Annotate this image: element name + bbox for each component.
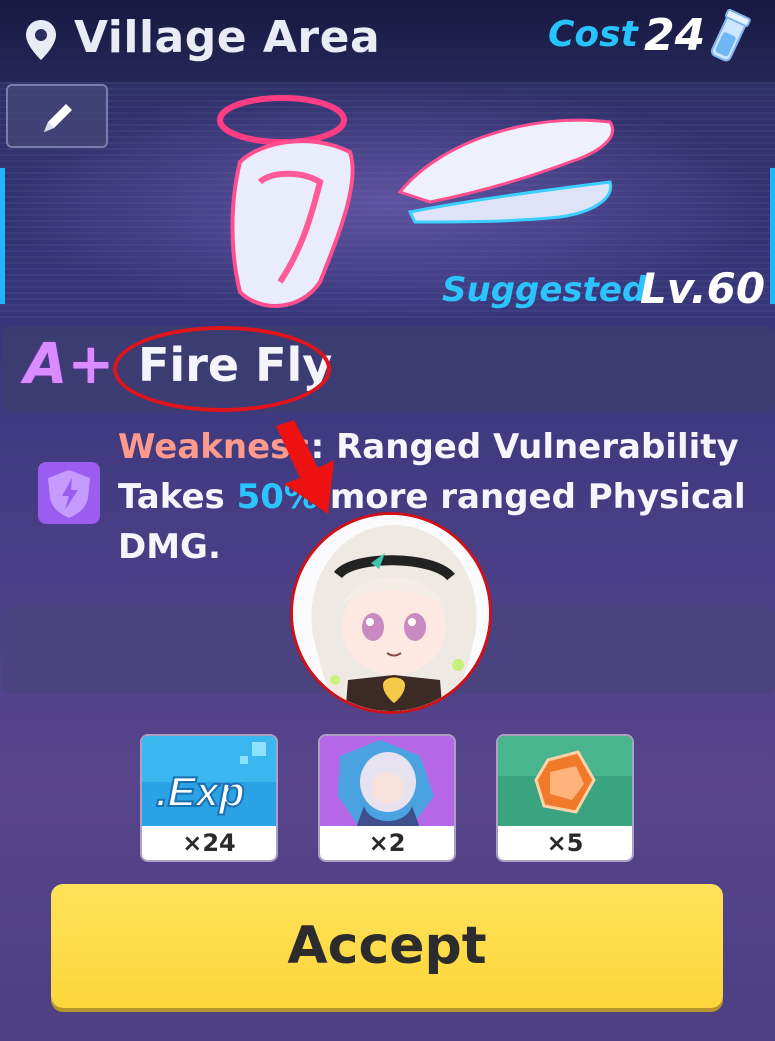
- desc-prefix: Takes: [118, 477, 225, 517]
- right-edge-indicator: [770, 168, 775, 304]
- top-bar: Village Area Cost 24: [0, 0, 775, 82]
- suggested-level: Lv.60: [640, 264, 766, 313]
- firefly-avatar: [290, 512, 492, 714]
- cost-value: 24: [644, 10, 706, 61]
- location-title: Village Area: [74, 12, 381, 63]
- accept-button[interactable]: Accept: [51, 884, 723, 1008]
- location-pin-icon: [26, 20, 56, 60]
- reward-character[interactable]: ×2: [318, 734, 456, 862]
- edit-button[interactable]: [6, 84, 108, 148]
- exp-icon: .Exp: [142, 736, 276, 828]
- pencil-icon: [44, 104, 72, 132]
- boss-grade: A+: [24, 332, 115, 397]
- suggested-label: Suggested: [442, 270, 647, 310]
- annotation-arrow: [276, 420, 334, 514]
- reward-qty: ×24: [142, 826, 276, 860]
- reward-exp[interactable]: .Exp ×24: [140, 734, 278, 862]
- left-edge-indicator: [0, 168, 5, 304]
- shield-lightning-icon: [38, 462, 100, 524]
- reward-crystal[interactable]: ×5: [496, 734, 634, 862]
- reward-qty: ×2: [320, 826, 454, 860]
- weakness-type: Ranged Vulnerability: [336, 427, 739, 467]
- cost-label: Cost: [548, 14, 638, 55]
- energy-vial-icon: [710, 8, 751, 62]
- annotation-circle: [113, 326, 331, 412]
- reward-qty: ×5: [498, 826, 632, 860]
- orange-crystal-icon: [498, 736, 632, 828]
- character-fragment-icon: [320, 736, 454, 828]
- exp-text: .Exp: [156, 768, 245, 815]
